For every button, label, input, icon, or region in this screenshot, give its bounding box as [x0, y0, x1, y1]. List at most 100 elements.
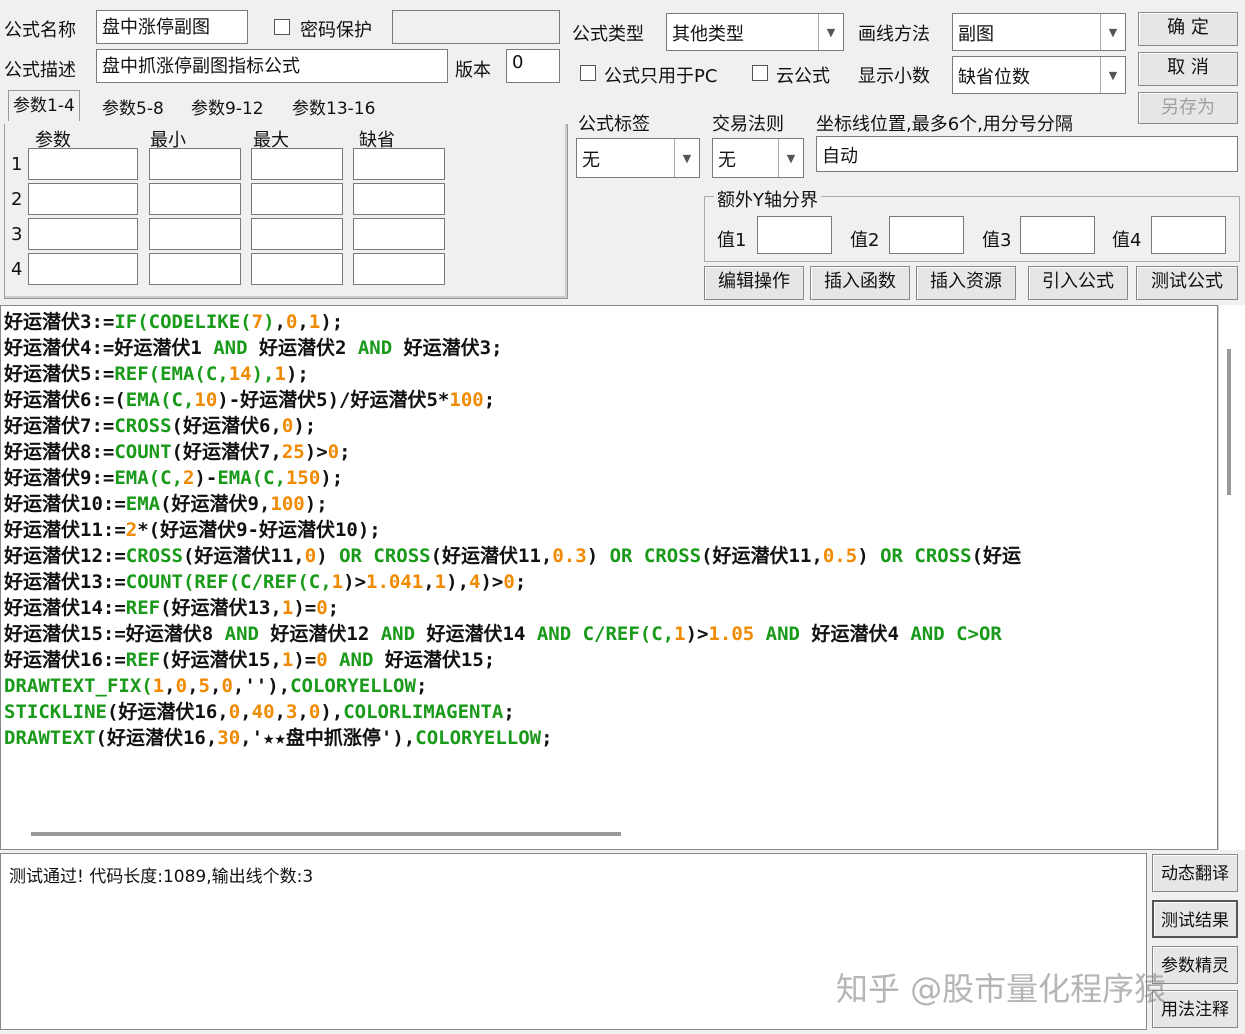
axis-position-input[interactable]: 自动 — [816, 136, 1238, 172]
code-token: )> — [685, 623, 709, 645]
tab-params-13-16[interactable]: 参数13-16 — [288, 94, 379, 124]
param-min-input[interactable] — [149, 253, 241, 285]
code-content[interactable]: 好运潜伏3:=IF(CODELIKE(7),0,1); 好运潜伏4:=好运潜伏1 … — [1, 306, 1217, 751]
param-max-input[interactable] — [251, 183, 343, 215]
code-token: 1 — [281, 649, 294, 671]
code-token: ; — [483, 389, 496, 411]
code-line[interactable]: 好运潜伏13:=COUNT(REF(C/REF(C,1)>1.041,1),4)… — [4, 569, 1217, 595]
password-input[interactable] — [392, 10, 560, 44]
value2-input[interactable] — [889, 216, 964, 254]
param-default-input[interactable] — [353, 183, 445, 215]
tab-params-1-4[interactable]: 参数1-4 — [8, 90, 80, 121]
vertical-scrollbar-track[interactable] — [1218, 305, 1245, 850]
param-default-input[interactable] — [353, 148, 445, 180]
code-token: 好运潜伏5:= — [4, 363, 115, 385]
param-min-input[interactable] — [149, 148, 241, 180]
tag-select[interactable]: 无 ▼ — [576, 138, 700, 178]
version-label: 版本 — [455, 60, 491, 81]
code-token: COUNT(REF(C/REF(C, — [125, 571, 332, 593]
tab-params-5-8[interactable]: 参数5-8 — [98, 94, 168, 124]
test-result-button[interactable]: 测试结果 — [1152, 900, 1238, 938]
code-line[interactable]: 好运潜伏5:=REF(EMA(C,14),1); — [4, 361, 1217, 387]
formula-name-input[interactable]: 盘中涨停副图 — [96, 10, 248, 44]
code-token: COLORLIMAGENTA — [343, 701, 504, 723]
code-token: ; — [541, 727, 553, 749]
test-formula-button[interactable]: 测试公式 — [1136, 266, 1238, 300]
code-line[interactable]: 好运潜伏3:=IF(CODELIKE(7),0,1); — [4, 309, 1217, 335]
code-line[interactable]: 好运潜伏11:=2*(好运潜伏9-好运潜伏10); — [4, 517, 1217, 543]
decimals-label: 显示小数 — [858, 66, 930, 87]
code-line[interactable]: DRAWTEXT_FIX(1,0,5,0,''),COLORYELLOW; — [4, 673, 1217, 699]
code-token: )> — [343, 571, 367, 593]
edit-ops-button[interactable]: 编辑操作 — [704, 266, 804, 300]
import-formula-button[interactable]: 引入公式 — [1028, 266, 1128, 300]
code-line[interactable]: 好运潜伏16:=REF(好运潜伏15,1)=0 AND 好运潜伏15; — [4, 647, 1217, 673]
param-max-input[interactable] — [251, 218, 343, 250]
save-as-button[interactable]: 另存为 — [1138, 92, 1238, 124]
code-line[interactable]: 好运潜伏9:=EMA(C,2)-EMA(C,150); — [4, 465, 1217, 491]
param-min-input[interactable] — [149, 218, 241, 250]
value4-input[interactable] — [1151, 216, 1226, 254]
param-default-input[interactable] — [353, 253, 445, 285]
trade-rule-select[interactable]: 无 ▼ — [712, 138, 804, 178]
chevron-down-icon: ▼ — [1100, 14, 1125, 50]
param-max-input[interactable] — [251, 148, 343, 180]
code-line[interactable]: 好运潜伏6:=(EMA(C,10)-好运潜伏5)/好运潜伏5*100; — [4, 387, 1217, 413]
draw-method-select[interactable]: 副图 ▼ — [952, 13, 1126, 51]
code-token: ), — [251, 363, 275, 385]
code-line[interactable]: 好运潜伏7:=CROSS(好运潜伏6,0); — [4, 413, 1217, 439]
code-line[interactable]: 好运潜伏12:=CROSS(好运潜伏11,0) OR CROSS(好运潜伏11,… — [4, 543, 1217, 569]
param-name-input[interactable] — [28, 148, 138, 180]
code-line[interactable]: DRAWTEXT(好运潜伏16,30,'★★盘中抓涨停'),COLORYELLO… — [4, 725, 1217, 751]
code-token: (好运潜伏11, — [701, 545, 823, 567]
code-token: 0 — [221, 675, 233, 697]
horizontal-scrollbar[interactable] — [31, 832, 621, 836]
cancel-button[interactable]: 取 消 — [1138, 52, 1238, 86]
password-checkbox[interactable] — [274, 19, 290, 35]
code-line[interactable]: STICKLINE(好运潜伏16,0,40,3,0),COLORLIMAGENT… — [4, 699, 1217, 725]
code-token: 好运潜伏9:= — [4, 467, 115, 489]
cloud-checkbox[interactable] — [752, 65, 768, 81]
code-token: 好运潜伏15:=好运潜伏8 — [4, 623, 225, 645]
code-token: )= — [293, 649, 317, 671]
value3-input[interactable] — [1020, 216, 1095, 254]
code-line[interactable]: 好运潜伏4:=好运潜伏1 AND 好运潜伏2 AND 好运潜伏3; — [4, 335, 1217, 361]
insert-function-button[interactable]: 插入函数 — [810, 266, 910, 300]
formula-desc-input[interactable]: 盘中抓涨停副图指标公式 — [96, 49, 448, 83]
param-max-input[interactable] — [251, 253, 343, 285]
code-token: 好运潜伏3:= — [4, 311, 115, 333]
code-token: )= — [293, 597, 317, 619]
version-input[interactable]: 0 — [506, 49, 560, 83]
chevron-down-icon: ▼ — [674, 139, 699, 177]
pc-only-checkbox[interactable] — [580, 65, 596, 81]
code-token: , — [297, 311, 309, 333]
param-name-input[interactable] — [28, 253, 138, 285]
formula-type-select[interactable]: 其他类型 ▼ — [666, 13, 844, 51]
tab-params-9-12[interactable]: 参数9-12 — [187, 94, 268, 124]
code-line[interactable]: 好运潜伏14:=REF(好运潜伏13,1)=0; — [4, 595, 1217, 621]
code-line[interactable]: 好运潜伏8:=COUNT(好运潜伏7,25)>0; — [4, 439, 1217, 465]
value1-input[interactable] — [757, 216, 832, 254]
code-token: 好运潜伏16:= — [4, 649, 126, 671]
param-name-input[interactable] — [28, 183, 138, 215]
code-token: AND C/REF(C, — [536, 623, 675, 645]
param-min-input[interactable] — [149, 183, 241, 215]
code-token: AND — [357, 337, 393, 359]
formula-type-value: 其他类型 — [672, 24, 744, 45]
param-default-input[interactable] — [353, 218, 445, 250]
code-token: ) — [586, 545, 610, 567]
param-row-number: 2 — [11, 189, 23, 210]
param-name-input[interactable] — [28, 218, 138, 250]
code-line[interactable]: 好运潜伏15:=好运潜伏8 AND 好运潜伏12 AND 好运潜伏14 AND … — [4, 621, 1217, 647]
code-line[interactable]: 好运潜伏10:=EMA(好运潜伏9,100); — [4, 491, 1217, 517]
pc-only-label: 公式只用于PC — [604, 66, 718, 87]
code-token: ; — [415, 675, 428, 697]
chevron-down-icon: ▼ — [1100, 57, 1125, 93]
dynamic-translate-button[interactable]: 动态翻译 — [1152, 854, 1238, 892]
code-token: 1 — [274, 363, 286, 385]
code-token: , — [164, 675, 176, 697]
decimals-select[interactable]: 缺省位数 ▼ — [952, 56, 1126, 94]
ok-button[interactable]: 确 定 — [1138, 12, 1238, 46]
insert-resource-button[interactable]: 插入资源 — [916, 266, 1016, 300]
code-editor[interactable]: 好运潜伏3:=IF(CODELIKE(7),0,1); 好运潜伏4:=好运潜伏1 … — [0, 305, 1218, 850]
